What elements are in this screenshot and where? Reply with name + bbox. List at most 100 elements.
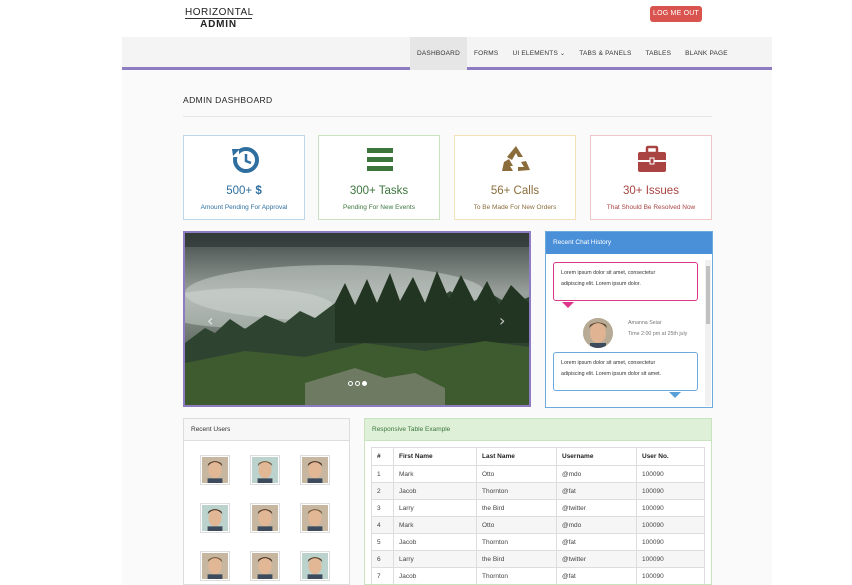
logout-button[interactable]: LOG ME OUT (650, 6, 702, 22)
column-header: First Name (393, 447, 477, 466)
table-panel-title: Responsive Table Example (365, 419, 711, 441)
nav-blank-page[interactable]: BLANK PAGE (678, 37, 735, 70)
table-header-row: # First Name Last Name Username User No. (371, 447, 705, 466)
table-cell: Thornton (476, 567, 557, 584)
main-nav: DASHBOARD FORMS UI ELEMENTS ⌄ TABS & PAN… (122, 37, 772, 70)
table-row[interactable]: 3 Larry the Bird @twitter 100090 (371, 499, 705, 517)
stat-caption-tasks: Pending For New Events (343, 204, 415, 211)
table-cell: Jacob (393, 533, 477, 551)
user-avatar[interactable] (250, 551, 280, 581)
chat-history-panel: Recent Chat History Lorem ipsum dolor si… (545, 231, 713, 408)
table-row[interactable]: 6 Larry the Bird @twitter 100090 (371, 550, 705, 568)
chat-message-1: Lorem ipsum dolor sit amet, consectetur … (553, 262, 698, 301)
stat-card-tasks[interactable]: 300+ Tasks Pending For New Events (318, 135, 440, 220)
table-cell: 100090 (636, 567, 705, 584)
chat-timestamp: Time 2:00 pm at 25th july (628, 331, 688, 337)
stat-card-amount[interactable]: 500+ $ Amount Pending For Approval (183, 135, 305, 220)
table-cell: Larry (393, 499, 477, 517)
stat-value-issues: 30+ Issues (623, 185, 679, 197)
table-row[interactable]: 1 Mark Otto @mdo 100090 (371, 465, 705, 483)
table-cell: Jacob (393, 567, 477, 584)
title-divider (183, 116, 712, 117)
stat-card-issues[interactable]: 30+ Issues That Should Be Resolved Now (590, 135, 712, 220)
table-cell: 5 (371, 533, 394, 551)
nav-dashboard[interactable]: DASHBOARD (410, 37, 467, 70)
stat-caption-issues: That Should Be Resolved Now (606, 204, 696, 211)
page-title: ADMIN DASHBOARD (183, 95, 273, 105)
image-carousel[interactable]: ‹ › (183, 231, 531, 407)
user-avatar[interactable] (300, 551, 330, 581)
stat-caption-calls: To Be Made For New Orders (473, 204, 557, 211)
user-avatar[interactable] (250, 455, 280, 485)
table-row[interactable]: 4 Mark Otto @mdo 100090 (371, 516, 705, 534)
table-cell: @fat (556, 533, 637, 551)
user-avatar[interactable] (250, 503, 280, 533)
recent-users-panel: Recent Users (183, 418, 350, 585)
carousel-indicator-1[interactable] (348, 381, 353, 386)
user-avatar[interactable] (300, 455, 330, 485)
stat-value-tasks: 300+ Tasks (349, 185, 409, 197)
chat-message-2-line-2: adipiscing elit. Lorem ipsum dolor sit a… (561, 371, 662, 377)
nav-ui-elements-label: UI ELEMENTS (512, 50, 559, 57)
chat-panel-title: Recent Chat History (546, 232, 712, 254)
users-table: # First Name Last Name Username User No.… (371, 447, 705, 584)
table-cell: @twitter (556, 499, 637, 517)
chat-message-1-line-2: adipiscing elit. Lorem ipsum dolor. (561, 281, 641, 287)
chat-meta: Amanna Seiar Time 2:00 pm at 25th july (628, 318, 687, 340)
carousel-next-icon[interactable]: › (499, 311, 505, 330)
table-cell: @twitter (556, 550, 637, 568)
dollar-icon: $ (255, 185, 262, 197)
table-cell: 1 (371, 465, 394, 483)
table-cell: 100090 (636, 533, 705, 551)
forest-slide-image (185, 233, 529, 405)
logo-line-2: ADMIN (200, 19, 237, 30)
table-cell: Thornton (476, 482, 557, 500)
table-cell: 3 (371, 499, 394, 517)
column-header: User No. (636, 447, 705, 466)
chat-bubble-pointer (669, 392, 681, 398)
table-row[interactable]: 2 Jacob Thornton @fat 100090 (371, 482, 705, 500)
recent-users-title: Recent Users (184, 419, 349, 441)
table-cell: 100090 (636, 482, 705, 500)
table-row[interactable]: 5 Jacob Thornton @fat 100090 (371, 533, 705, 551)
chat-message-1-line-1: Lorem ipsum dolor sit amet, consectetur (561, 270, 656, 276)
table-cell: 100090 (636, 499, 705, 517)
avatar[interactable] (583, 318, 613, 348)
table-cell: 6 (371, 550, 394, 568)
table-cell: 100090 (636, 550, 705, 568)
logo[interactable]: HORIZONTAL ADMIN (185, 7, 253, 31)
stat-card-calls[interactable]: 56+ Calls To Be Made For New Orders (454, 135, 576, 220)
carousel-prev-icon[interactable]: ‹ (207, 311, 213, 330)
nav-ui-elements[interactable]: UI ELEMENTS ⌄ (505, 37, 572, 70)
nav-tabs-panels[interactable]: TABS & PANELS (572, 37, 638, 70)
stat-caption-amount: Amount Pending For Approval (200, 204, 288, 211)
carousel-indicator-3[interactable] (362, 381, 367, 386)
column-header: # (371, 447, 394, 466)
chat-bubble-pointer (562, 302, 574, 308)
user-avatar[interactable] (200, 455, 230, 485)
carousel-indicator-2[interactable] (355, 381, 360, 386)
nav-tables[interactable]: TABLES (638, 37, 678, 70)
user-avatar[interactable] (300, 503, 330, 533)
stat-value-calls: 56+ Calls (490, 185, 540, 197)
table-cell: @mdo (556, 516, 637, 534)
table-cell: @fat (556, 567, 637, 584)
carousel-indicators (348, 381, 367, 386)
column-header: Username (556, 447, 637, 466)
table-cell: the Bird (476, 499, 557, 517)
table-cell: Otto (476, 465, 557, 483)
table-cell: Thornton (476, 533, 557, 551)
table-cell: 100090 (636, 516, 705, 534)
user-avatar[interactable] (200, 503, 230, 533)
chat-scrollbar-thumb[interactable] (706, 266, 710, 324)
user-avatar[interactable] (200, 551, 230, 581)
nav-forms[interactable]: FORMS (467, 37, 505, 70)
table-cell: Otto (476, 516, 557, 534)
table-cell: the Bird (476, 550, 557, 568)
table-cell: Larry (393, 550, 477, 568)
table-row[interactable]: 7 Jacob Thornton @fat 100090 (371, 567, 705, 584)
chat-author: Amanna Seiar (628, 320, 662, 326)
column-header: Last Name (476, 447, 557, 466)
table-cell: @fat (556, 482, 637, 500)
chat-scrollbar[interactable] (705, 260, 711, 406)
